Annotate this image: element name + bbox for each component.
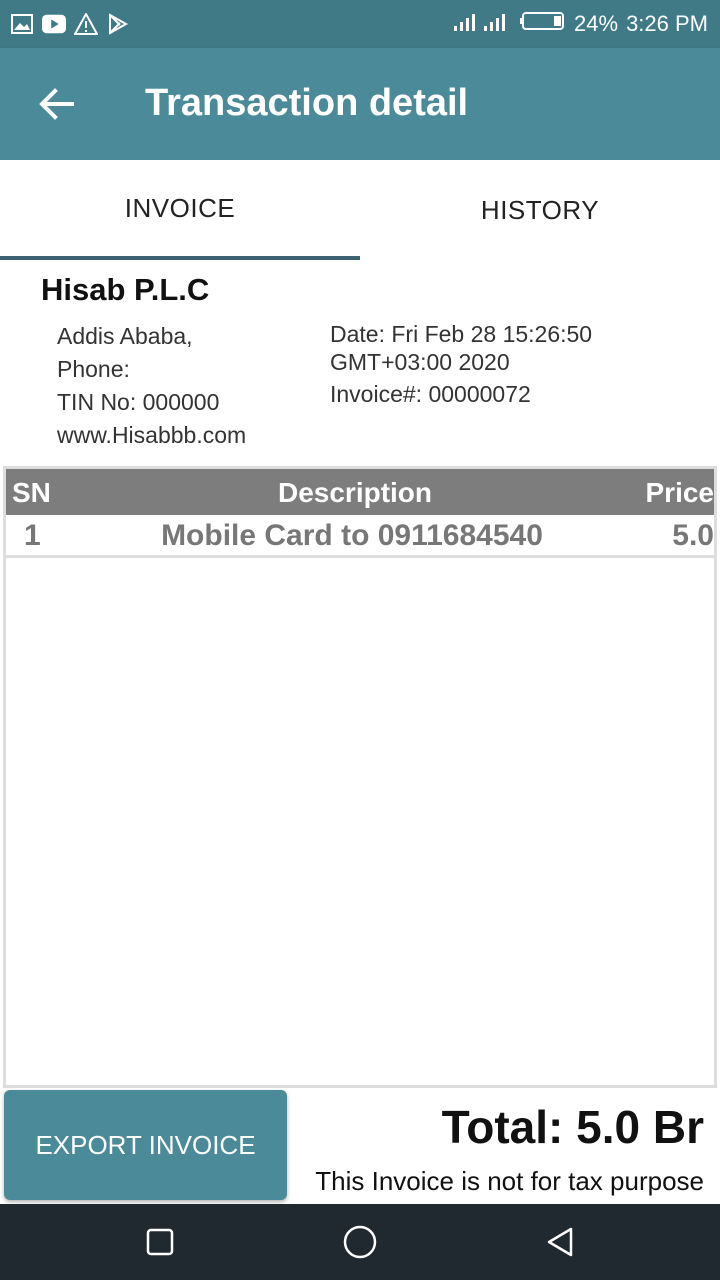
company-name: Hisab P.L.C: [41, 272, 210, 307]
tab-bar: INVOICE HISTORY: [0, 160, 720, 260]
tab-invoice[interactable]: INVOICE: [0, 160, 360, 260]
image-icon: [10, 12, 34, 36]
invoice-table: Description SN Price Mobile Card to 0911…: [3, 466, 717, 1088]
warning-icon: [74, 12, 98, 36]
company-address: Addis Ababa, Phone: TIN No: 000000 www.H…: [57, 320, 246, 452]
status-bar: 24% 3:26 PM: [0, 0, 720, 48]
signal-icon: [452, 10, 512, 38]
back-triangle-icon[interactable]: [542, 1224, 578, 1260]
header-price: Price: [645, 477, 715, 508]
row-sn: 1: [24, 519, 41, 552]
table-header: Description SN Price: [6, 469, 714, 515]
header-description: Description: [277, 477, 433, 508]
tin-line: TIN No: 000000: [57, 389, 220, 415]
address-line: Addis Ababa,: [57, 323, 193, 349]
battery-percent: 24%: [574, 11, 619, 36]
phone-line: Phone:: [57, 356, 130, 382]
system-nav-bar: [0, 1204, 720, 1280]
invoice-date: Date: Fri Feb 28 15:26:50 GMT+03:00 2020: [330, 321, 593, 375]
tax-note: This Invoice is not for tax purpose: [315, 1166, 704, 1196]
app-bar: Transaction detail: [0, 48, 720, 160]
youtube-icon: [42, 12, 66, 36]
clock: 3:26 PM: [626, 11, 708, 36]
battery-icon: [520, 10, 566, 38]
row-price: 5.0: [672, 519, 714, 552]
invoice-meta: Date: Fri Feb 28 15:26:50 GMT+03:00 2020…: [330, 320, 710, 412]
tab-history[interactable]: HISTORY: [360, 160, 720, 260]
recents-square-icon[interactable]: [142, 1224, 178, 1260]
home-circle-icon[interactable]: [342, 1224, 378, 1260]
play-store-icon: [106, 12, 130, 36]
row-description: Mobile Card to 0911684540: [161, 519, 543, 552]
back-arrow-icon[interactable]: [36, 84, 76, 124]
invoice-total: Total: 5.0 Br: [441, 1101, 704, 1153]
invoice-number: Invoice#: 00000072: [330, 381, 531, 407]
website-line: www.Hisabbb.com: [57, 422, 247, 448]
header-sn: SN: [12, 477, 51, 508]
page-title: Transaction detail: [145, 82, 469, 124]
table-row: Mobile Card to 0911684540 1 5.0: [6, 517, 714, 558]
export-invoice-button[interactable]: EXPORT INVOICE: [4, 1090, 287, 1200]
